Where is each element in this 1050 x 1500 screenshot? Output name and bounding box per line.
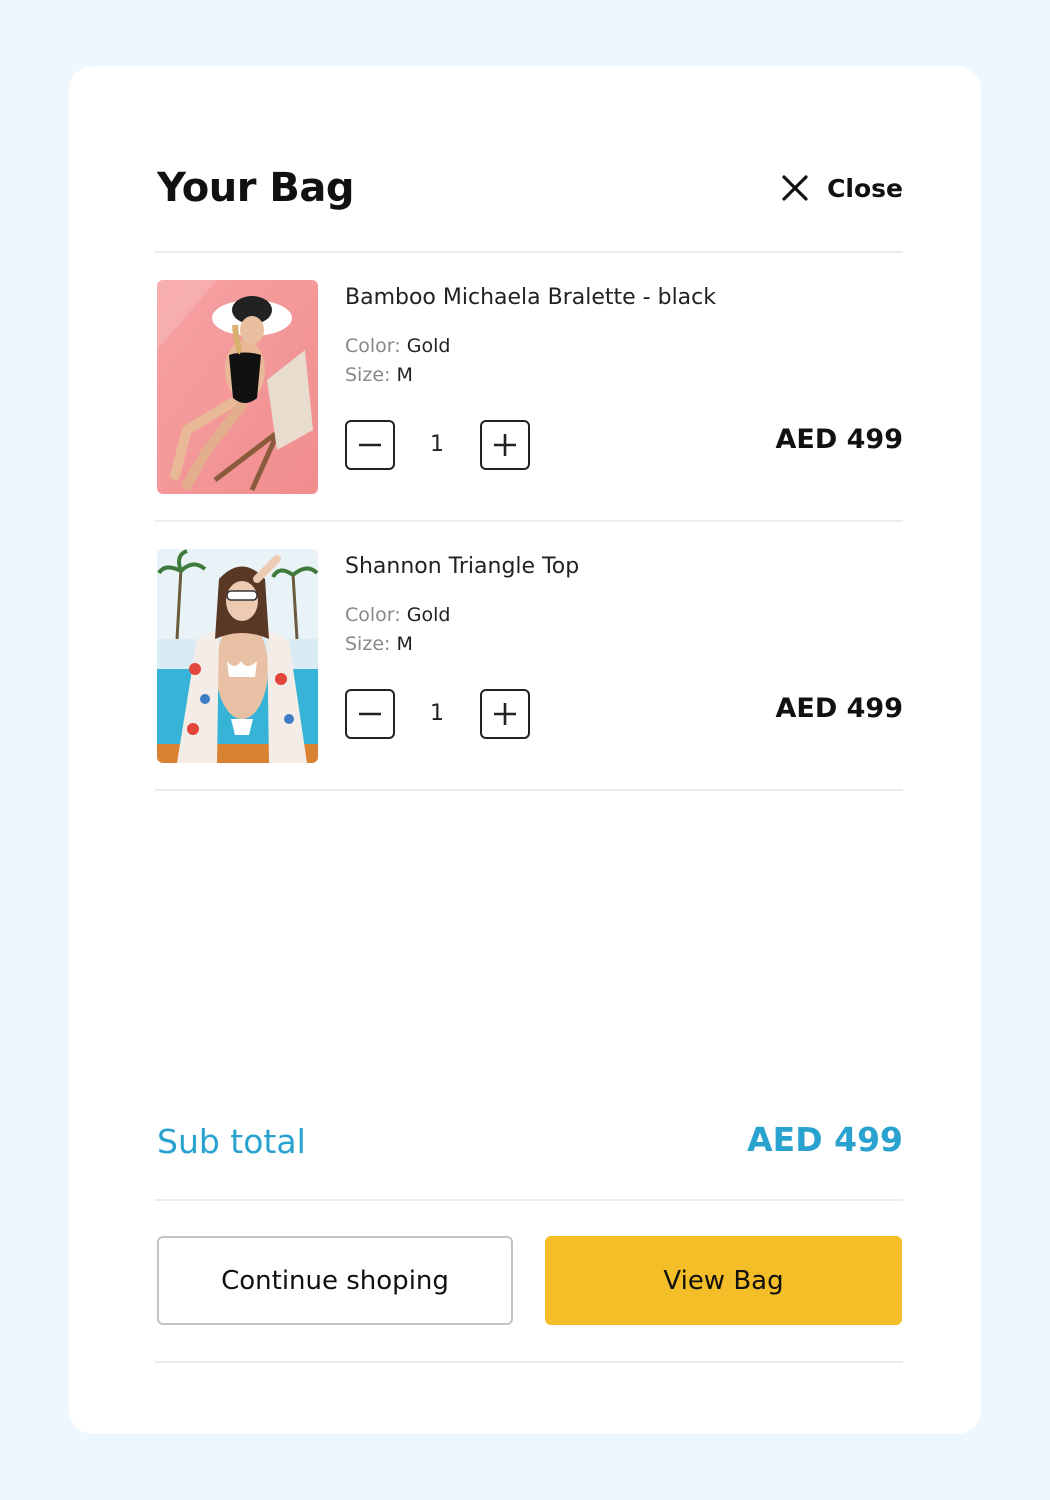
size-label: Size: <box>345 364 391 386</box>
bag-panel: Your Bag Close Bamboo Michaela Bralette … <box>69 66 981 1434</box>
color-value: Gold <box>406 604 451 626</box>
divider <box>155 789 903 791</box>
decrease-quantity-button[interactable] <box>345 689 395 739</box>
product-photo-2 <box>157 549 318 763</box>
increase-quantity-button[interactable] <box>480 689 530 739</box>
color-label: Color: <box>345 604 401 626</box>
increase-quantity-button[interactable] <box>480 420 530 470</box>
divider <box>155 520 903 522</box>
item-price: AED 499 <box>775 424 903 455</box>
cart-item: Bamboo Michaela Bralette - black Color: … <box>157 280 903 494</box>
cart-item: Shannon Triangle Top Color: Gold Size: M… <box>157 549 903 763</box>
decrease-quantity-button[interactable] <box>345 420 395 470</box>
quantity-value: 1 <box>430 701 444 726</box>
divider <box>155 1361 903 1363</box>
quantity-value: 1 <box>430 432 444 457</box>
page-title: Your Bag <box>157 165 355 211</box>
view-bag-button[interactable]: View Bag <box>545 1236 902 1325</box>
minus-icon <box>359 712 381 716</box>
product-image[interactable] <box>157 549 318 763</box>
size-label: Size: <box>345 633 391 655</box>
divider <box>155 251 903 253</box>
size-value: M <box>396 633 413 655</box>
color-value: Gold <box>406 335 451 357</box>
close-button[interactable]: Close <box>781 168 903 208</box>
item-size: Size: M <box>345 631 413 657</box>
size-value: M <box>396 364 413 386</box>
color-label: Color: <box>345 335 401 357</box>
subtotal-value: AED 499 <box>747 1120 903 1159</box>
item-size: Size: M <box>345 362 413 388</box>
bag-header: Your Bag Close <box>157 162 903 218</box>
minus-icon <box>359 443 381 447</box>
item-price: AED 499 <box>775 693 903 724</box>
close-icon <box>782 175 808 201</box>
plus-icon <box>494 434 516 456</box>
close-label: Close <box>827 173 903 203</box>
plus-icon <box>494 703 516 725</box>
continue-shopping-button[interactable]: Continue shoping <box>157 1236 513 1325</box>
product-image[interactable] <box>157 280 318 494</box>
item-name[interactable]: Shannon Triangle Top <box>345 551 579 583</box>
subtotal-label: Sub total <box>157 1122 306 1161</box>
item-color: Color: Gold <box>345 602 450 628</box>
product-photo-1 <box>157 280 318 494</box>
item-color: Color: Gold <box>345 333 450 359</box>
divider <box>155 1199 903 1201</box>
item-name[interactable]: Bamboo Michaela Bralette - black <box>345 282 716 314</box>
